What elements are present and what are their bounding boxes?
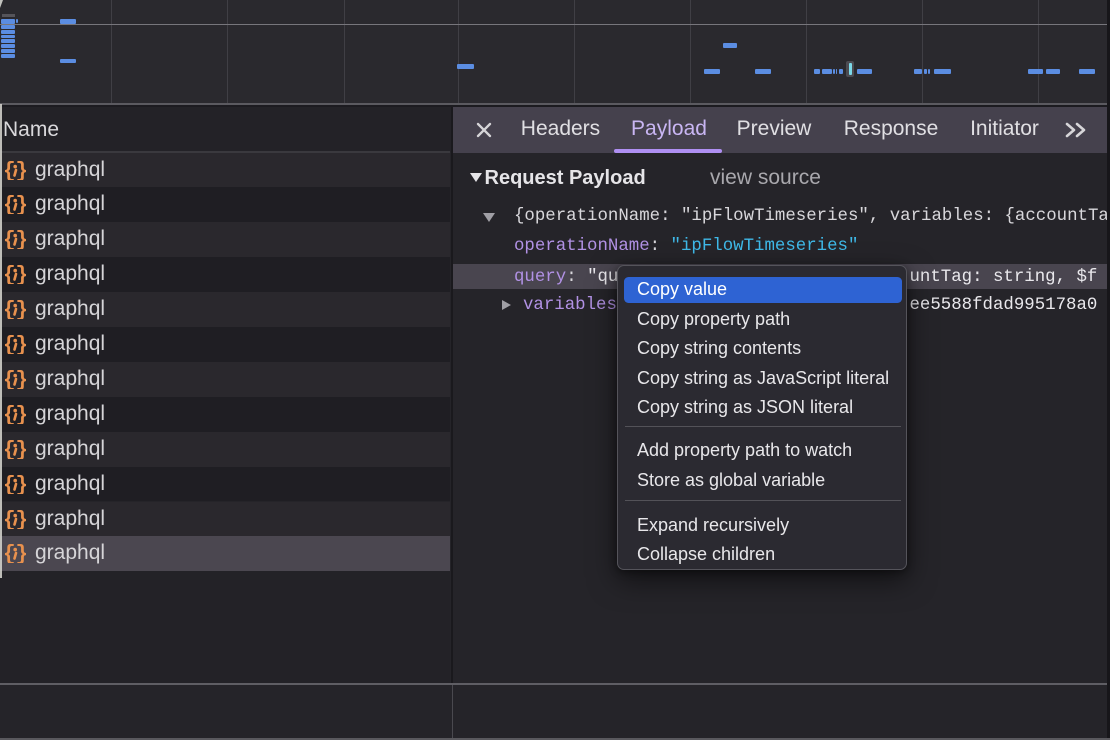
svg-text:{: { (4, 160, 16, 180)
svg-text:{: { (4, 474, 16, 494)
svg-text:{: { (4, 369, 16, 389)
svg-text:{: { (4, 335, 16, 355)
svg-text:{: { (4, 509, 16, 529)
svg-text:{: { (4, 300, 16, 320)
svg-text:{: { (4, 195, 16, 215)
svg-text:{: { (4, 404, 16, 424)
svg-text:{: { (4, 265, 16, 285)
svg-text:{: { (4, 230, 16, 250)
svg-text:{: { (4, 544, 16, 564)
svg-text:{: { (4, 439, 16, 459)
